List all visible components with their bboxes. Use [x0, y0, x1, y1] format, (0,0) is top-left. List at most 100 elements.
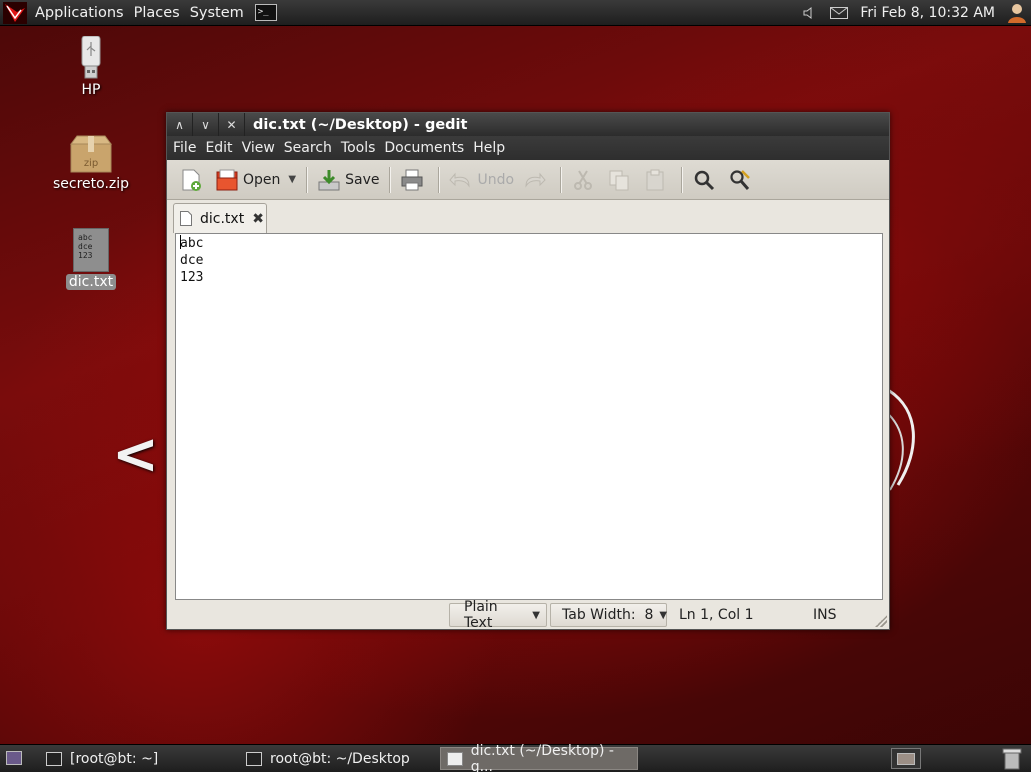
- undo-icon: [449, 172, 470, 188]
- shade-up-icon[interactable]: ∧: [167, 113, 193, 136]
- svg-text:zip: zip: [84, 158, 98, 169]
- terminal-launcher-icon[interactable]: >_: [254, 4, 277, 21]
- menu-help[interactable]: Help: [473, 140, 505, 156]
- toolbar-separator: [560, 166, 562, 193]
- open-folder-icon: [216, 169, 238, 190]
- save-label: Save: [345, 171, 380, 188]
- menu-search[interactable]: Search: [284, 140, 332, 156]
- close-icon[interactable]: ✕: [219, 113, 245, 136]
- menu-documents[interactable]: Documents: [384, 140, 464, 156]
- toolbar-separator: [306, 166, 308, 193]
- gedit-window: ∧ ∨ ✕ dic.txt (~/Desktop) - gedit File E…: [166, 112, 890, 631]
- tab-width-label: Tab Width: 8: [562, 607, 654, 623]
- open-button[interactable]: Open: [211, 164, 284, 196]
- menu-edit[interactable]: Edit: [205, 140, 232, 156]
- zip-archive-icon: zip: [46, 134, 136, 176]
- wallpaper-chevron: <: [112, 422, 159, 487]
- task-label: [root@bt: ~]: [70, 750, 159, 767]
- titlebar[interactable]: ∧ ∨ ✕ dic.txt (~/Desktop) - gedit: [167, 113, 889, 136]
- redo-icon: [525, 172, 546, 188]
- editor-line: dce: [180, 253, 204, 268]
- tab-close-icon[interactable]: ✖: [252, 211, 264, 227]
- taskbar-item-terminal-home[interactable]: [root@bt: ~]: [40, 747, 236, 770]
- printer-icon: [401, 169, 423, 190]
- tab-dic-txt[interactable]: dic.txt ✖: [173, 203, 267, 233]
- tab-label: dic.txt: [200, 210, 245, 227]
- toolbar-separator: [389, 166, 391, 193]
- search-icon: [694, 170, 715, 190]
- open-dropdown-button[interactable]: ▼: [284, 164, 300, 196]
- toolbar-separator: [438, 166, 440, 193]
- paste-button[interactable]: [639, 164, 675, 196]
- terminal-icon: [46, 751, 62, 766]
- task-label: root@bt: ~/Desktop: [270, 750, 410, 767]
- backtrack-logo-icon[interactable]: [0, 0, 30, 26]
- find-replace-icon: [730, 169, 750, 190]
- chevron-down-icon: ▼: [532, 609, 540, 621]
- desktop-icon-hp[interactable]: HP: [46, 36, 136, 98]
- paste-icon: [646, 169, 664, 190]
- print-button[interactable]: [396, 164, 432, 196]
- cursor-position: Ln 1, Col 1: [679, 607, 754, 623]
- statusbar: Plain Text ▼ Tab Width: 8 ▼ Ln 1, Col 1 …: [167, 599, 889, 631]
- desktop-icon-secreto-zip[interactable]: zip secreto.zip: [46, 134, 136, 192]
- user-icon[interactable]: [1003, 2, 1031, 24]
- show-desktop-icon[interactable]: [6, 751, 22, 765]
- redo-button[interactable]: [518, 164, 554, 196]
- cut-button[interactable]: [567, 164, 603, 196]
- find-button[interactable]: [688, 164, 724, 196]
- file-preview-line: abc: [78, 233, 93, 242]
- language-label: Plain Text: [464, 599, 498, 631]
- save-icon: [318, 169, 340, 190]
- copy-button[interactable]: [603, 164, 639, 196]
- menu-system[interactable]: System: [185, 5, 249, 21]
- trash-icon[interactable]: [1002, 748, 1022, 770]
- volume-icon[interactable]: [798, 7, 820, 19]
- undo-label: Undo: [477, 171, 515, 188]
- menubar: File Edit View Search Tools Documents He…: [167, 136, 889, 160]
- desktop-icon-dic-txt[interactable]: abc dce 123 dic.txt: [46, 228, 136, 290]
- workspace-1[interactable]: [897, 753, 915, 765]
- save-button[interactable]: Save: [313, 164, 383, 196]
- open-label: Open: [243, 171, 281, 188]
- bottom-panel: [root@bt: ~] root@bt: ~/Desktop dic.txt …: [0, 743, 1031, 772]
- copy-icon: [609, 170, 629, 190]
- minimize-icon[interactable]: ∨: [193, 113, 219, 136]
- document-tabstrip: dic.txt ✖: [167, 200, 889, 233]
- menu-file[interactable]: File: [173, 140, 196, 156]
- language-selector[interactable]: Plain Text ▼: [449, 599, 547, 631]
- clock[interactable]: Fri Feb 8, 10:32 AM: [860, 5, 995, 21]
- file-preview-line: dce: [78, 242, 93, 251]
- top-panel: Applications Places System >_ Fri Feb 8,…: [0, 0, 1031, 26]
- resize-grip[interactable]: [875, 615, 887, 627]
- mail-icon[interactable]: [828, 7, 850, 19]
- new-document-button[interactable]: [175, 164, 211, 196]
- menu-view[interactable]: View: [242, 140, 275, 156]
- top-panel-tray: Fri Feb 8, 10:32 AM: [798, 0, 1031, 26]
- task-label: dic.txt (~/Desktop) - g...: [470, 742, 614, 772]
- toolbar-separator: [681, 166, 683, 193]
- insert-mode: INS: [813, 607, 837, 623]
- chevron-down-icon: ▼: [659, 609, 668, 621]
- text-editor[interactable]: abc dce 123: [175, 233, 883, 600]
- taskbar-item-terminal-desktop[interactable]: root@bt: ~/Desktop: [240, 747, 436, 770]
- new-document-icon: [182, 169, 201, 191]
- menu-places[interactable]: Places: [129, 5, 185, 21]
- document-icon: [180, 211, 192, 226]
- workspace-switcher[interactable]: [891, 748, 921, 769]
- menu-tools[interactable]: Tools: [341, 140, 376, 156]
- toolbar: Open ▼ Save Undo: [167, 160, 889, 200]
- taskbar-item-gedit[interactable]: dic.txt (~/Desktop) - g...: [440, 743, 638, 772]
- undo-button[interactable]: Undo: [445, 164, 518, 196]
- desktop-icon-label: secreto.zip: [52, 176, 130, 192]
- chevron-down-icon: ▼: [288, 174, 297, 185]
- desktop-icon-label: dic.txt: [65, 274, 117, 290]
- terminal-icon: [246, 751, 262, 766]
- scissors-icon: [574, 169, 593, 190]
- find-replace-button[interactable]: [724, 164, 760, 196]
- tab-width-selector[interactable]: Tab Width: 8 ▼: [550, 603, 667, 627]
- menu-applications[interactable]: Applications: [30, 5, 129, 21]
- text-file-icon: abc dce 123: [46, 228, 136, 274]
- desktop-icon-label: HP: [81, 82, 101, 98]
- editor-line: abc: [180, 235, 878, 252]
